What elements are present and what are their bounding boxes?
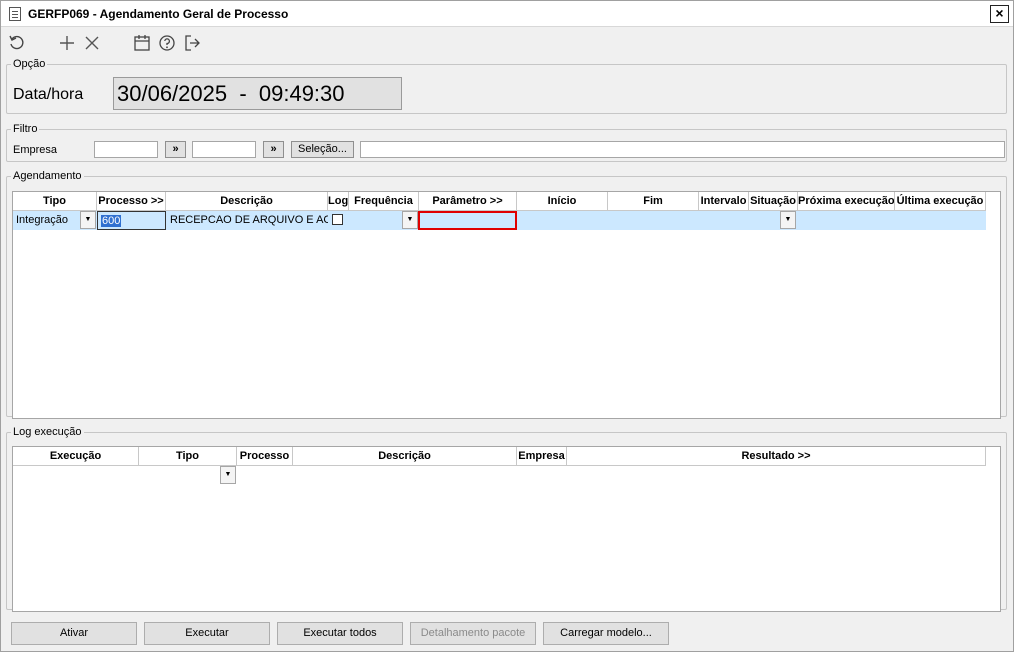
- log-tipo-dropdown-button[interactable]: ▼: [220, 466, 236, 484]
- frequencia-dropdown-button[interactable]: ▼: [402, 211, 418, 229]
- row-frequencia[interactable]: [350, 211, 403, 230]
- document-icon: [9, 7, 21, 21]
- agendamento-header: Tipo Processo >> Descrição Log Frequênci…: [13, 192, 986, 211]
- row-processo-cell[interactable]: 600: [97, 211, 166, 230]
- empresa-label: Empresa: [13, 144, 58, 156]
- carregar-modelo-button[interactable]: Carregar modelo...: [543, 622, 669, 645]
- col-intervalo[interactable]: Intervalo: [699, 192, 749, 211]
- agendamento-grid[interactable]: Tipo Processo >> Descrição Log Frequênci…: [12, 191, 1001, 419]
- calendar-icon[interactable]: [132, 33, 152, 53]
- log-col-tipo[interactable]: Tipo: [139, 447, 237, 466]
- situacao-dropdown-button[interactable]: ▼: [780, 211, 796, 229]
- row-tipo[interactable]: Integração: [16, 211, 78, 230]
- row-proxima-execucao: [798, 211, 895, 230]
- col-fim[interactable]: Fim: [608, 192, 699, 211]
- agendamento-legend: Agendamento: [13, 170, 82, 182]
- row-ultima-execucao: [895, 211, 986, 230]
- col-situacao[interactable]: Situação: [749, 192, 798, 211]
- log-col-processo[interactable]: Processo: [237, 447, 293, 466]
- selecao-button[interactable]: Seleção...: [291, 141, 354, 158]
- title-bar: GERFP069 - Agendamento Geral de Processo…: [1, 1, 1013, 27]
- datetime-label: Data/hora: [13, 86, 84, 103]
- col-frequencia[interactable]: Frequência: [349, 192, 419, 211]
- col-log[interactable]: Log: [328, 192, 349, 211]
- delete-icon[interactable]: [82, 33, 102, 53]
- row-processo[interactable]: 600: [101, 215, 122, 227]
- opcao-legend: Opção: [13, 58, 46, 70]
- col-processo[interactable]: Processo >>: [97, 192, 166, 211]
- datetime-value: 30/06/2025 - 09:49:30: [113, 77, 402, 110]
- row-parametro[interactable]: [418, 211, 517, 230]
- empresa-from-lookup-button[interactable]: »: [165, 141, 186, 158]
- empresa-from-input[interactable]: [94, 141, 158, 158]
- agendamento-group: Agendamento Tipo Processo >> Descrição L…: [6, 170, 1007, 419]
- empresa-to-lookup-button[interactable]: »: [263, 141, 284, 158]
- executar-button[interactable]: Executar: [144, 622, 270, 645]
- executar-todos-button[interactable]: Executar todos: [277, 622, 403, 645]
- help-icon[interactable]: [157, 33, 177, 53]
- main-window: GERFP069 - Agendamento Geral de Processo…: [0, 0, 1014, 652]
- row-inicio[interactable]: [517, 211, 608, 230]
- log-col-execucao[interactable]: Execução: [13, 447, 139, 466]
- log-header: Execução Tipo Processo Descrição Empresa…: [13, 447, 986, 466]
- ativar-button[interactable]: Ativar: [11, 622, 137, 645]
- col-ultima-execucao[interactable]: Última execução: [895, 192, 986, 211]
- table-row[interactable]: Integração ▼ 600 RECEPCAO DE ARQUIVO E A…: [13, 211, 986, 230]
- col-tipo[interactable]: Tipo: [13, 192, 97, 211]
- col-proxima-execucao[interactable]: Próxima execução: [798, 192, 895, 211]
- selection-field[interactable]: [360, 141, 1005, 158]
- exit-icon[interactable]: [182, 33, 202, 53]
- close-button[interactable]: ×: [990, 5, 1009, 23]
- refresh-icon[interactable]: [7, 33, 27, 53]
- log-col-resultado[interactable]: Resultado >>: [567, 447, 986, 466]
- log-col-empresa[interactable]: Empresa: [517, 447, 567, 466]
- row-log-checkbox[interactable]: [332, 214, 343, 225]
- filtro-legend: Filtro: [13, 123, 38, 135]
- window-title: GERFP069 - Agendamento Geral de Processo: [28, 7, 289, 21]
- log-col-descricao[interactable]: Descrição: [293, 447, 517, 466]
- row-fim[interactable]: [608, 211, 699, 230]
- filtro-group: Filtro Empresa » » Seleção...: [6, 124, 1007, 162]
- row-situacao[interactable]: [749, 211, 779, 230]
- opcao-group: Opção Data/hora 30/06/2025 - 09:49:30: [6, 59, 1007, 114]
- empresa-to-input[interactable]: [192, 141, 256, 158]
- row-intervalo[interactable]: [699, 211, 749, 230]
- add-icon[interactable]: [57, 33, 77, 53]
- row-descricao: RECEPCAO DE ARQUIVO E ACEI: [170, 214, 328, 226]
- detalhamento-pacote-button: Detalhamento pacote: [410, 622, 536, 645]
- log-execucao-group: Log execução Execução Tipo Processo Desc…: [6, 426, 1007, 612]
- col-inicio[interactable]: Início: [517, 192, 608, 211]
- col-parametro[interactable]: Parâmetro >>: [419, 192, 517, 211]
- col-descricao[interactable]: Descrição: [166, 192, 328, 211]
- log-legend: Log execução: [13, 426, 82, 438]
- toolbar: [1, 28, 1013, 58]
- log-grid[interactable]: Execução Tipo Processo Descrição Empresa…: [12, 446, 1001, 612]
- tipo-dropdown-button[interactable]: ▼: [80, 211, 96, 229]
